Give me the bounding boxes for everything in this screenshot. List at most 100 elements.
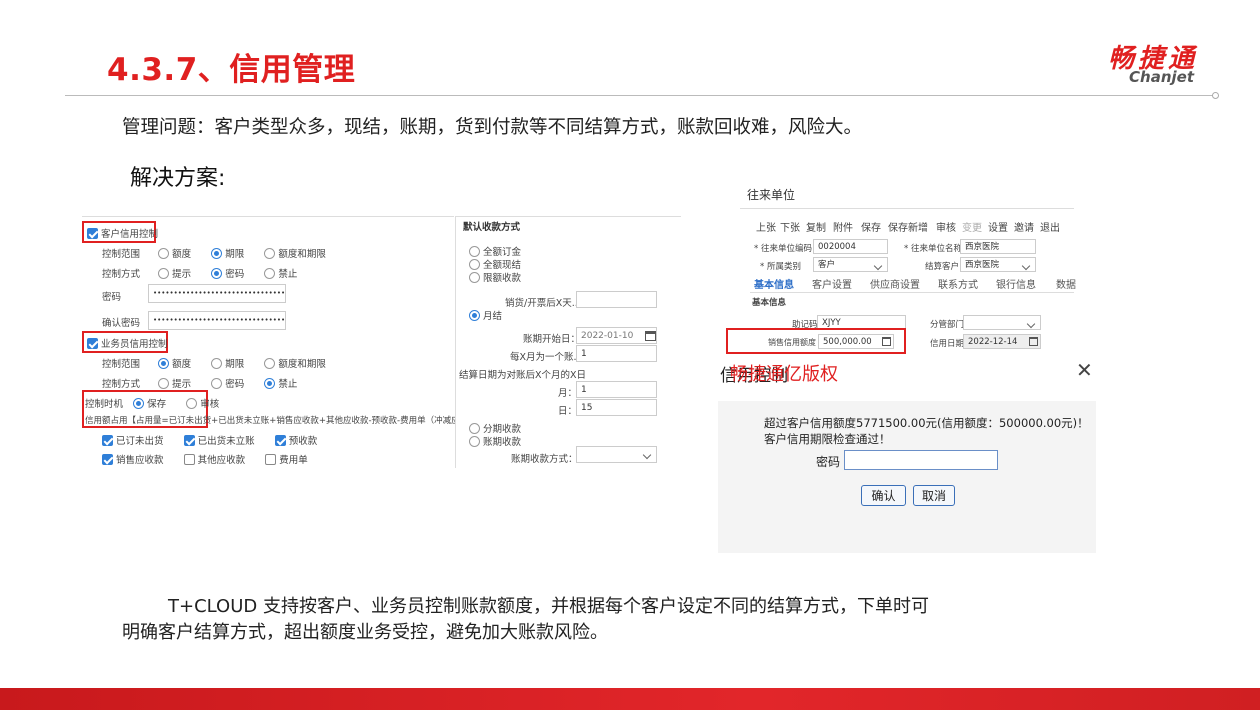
scope-term-label: 期限: [225, 249, 245, 260]
mode-password-radio[interactable]: [211, 267, 223, 279]
sp-mode-prompt-radio[interactable]: [158, 377, 170, 389]
credit-date-label: 信用日期: [930, 339, 965, 349]
category-select[interactable]: 客户: [813, 257, 888, 272]
sp-scope-term-label: 期限: [225, 359, 245, 370]
credit-control-dialog: 信用控制 畅捷通亿版权 ✕ 超过客户信用额度5771500.00元(信用额度：5…: [718, 355, 1096, 553]
payment-method-panel: 默认收款方式 全额订金 全额现结 限额收款 销货/开票后X天... 月结 账期开…: [455, 216, 681, 468]
password-input[interactable]: ••••••••••••••••••••••••••••••••••: [148, 284, 286, 303]
day-input[interactable]: 15: [576, 399, 657, 416]
scope-amount-radio[interactable]: [158, 247, 170, 259]
toolbar-button-6[interactable]: 审核: [936, 219, 956, 234]
item-ordered-checkbox[interactable]: [102, 434, 113, 446]
month-label: 月：: [558, 388, 578, 399]
dialog-password-input[interactable]: [844, 450, 998, 470]
account-period-mode-select[interactable]: [576, 446, 657, 463]
sp-mode-password-radio[interactable]: [211, 377, 223, 389]
tab-2[interactable]: 供应商设置: [870, 276, 920, 291]
calculator-icon[interactable]: [882, 337, 891, 346]
tab-4[interactable]: 银行信息: [996, 276, 1036, 291]
control-timing-label: 控制时机: [85, 399, 124, 410]
title-divider: [740, 208, 1074, 209]
calendar-icon[interactable]: [1029, 337, 1038, 346]
credit-settings-panel: 客户信用控制 控制范围 额度 期限 额度和期限 控制方式 提示 密码 禁止 密码…: [82, 216, 455, 466]
department-select[interactable]: [963, 315, 1041, 330]
partner-code-input[interactable]: 0020004: [813, 239, 888, 254]
month-input[interactable]: 1: [576, 381, 657, 398]
brand-logo-en: Chanjet: [1129, 68, 1194, 86]
monthly-radio[interactable]: [469, 309, 480, 321]
copyright-watermark: 畅捷通亿版权: [730, 364, 838, 385]
toolbar-button-4[interactable]: 保存: [861, 219, 881, 234]
item-shipped-checkbox[interactable]: [183, 434, 195, 446]
mode-forbid-label: 禁止: [278, 269, 298, 280]
account-period-radio[interactable]: [469, 435, 480, 447]
timing-save-radio[interactable]: [133, 397, 145, 409]
cancel-button[interactable]: 取消: [913, 485, 955, 506]
full-deposit-radio[interactable]: [469, 245, 480, 257]
toolbar-button-0[interactable]: 上张: [756, 219, 776, 234]
header-divider: [65, 95, 1215, 96]
panel-top-line: [82, 216, 454, 217]
sp-scope-term-radio[interactable]: [211, 357, 223, 369]
item-sales-receivable-checkbox[interactable]: [102, 453, 113, 465]
timing-audit-radio[interactable]: [186, 397, 198, 409]
scope-amount-label: 额度: [172, 249, 192, 260]
full-cash-radio[interactable]: [469, 258, 480, 270]
tab-5[interactable]: 数据: [1056, 276, 1076, 291]
close-icon[interactable]: ✕: [1076, 358, 1093, 382]
dialog-message: 超过客户信用额度5771500.00元(信用额度：500000.00元)！客户信…: [764, 416, 1089, 446]
toolbar-button-3[interactable]: 附件: [833, 219, 853, 234]
mode-forbid-radio[interactable]: [264, 267, 276, 279]
item-shipped-label: 已出货未立账: [197, 436, 255, 447]
item-prepaid-label: 预收款: [288, 436, 318, 447]
sp-scope-both-radio[interactable]: [264, 357, 276, 369]
installment-radio[interactable]: [469, 422, 480, 434]
item-other-receivable-checkbox[interactable]: [183, 453, 195, 465]
per-month-label: 每X月为一个账...: [510, 352, 583, 363]
control-mode-label: 控制方式: [102, 269, 141, 280]
scope-term-radio[interactable]: [211, 247, 223, 259]
department-label: 分管部门: [930, 320, 965, 330]
sp-mode-forbid-radio[interactable]: [264, 377, 276, 389]
per-month-input[interactable]: 1: [576, 345, 657, 362]
confirm-password-input[interactable]: ••••••••••••••••••••••••••••••••••: [148, 311, 286, 330]
sp-mode-password-label: 密码: [225, 379, 245, 390]
settle-customer-select[interactable]: 西京医院: [960, 257, 1036, 272]
sp-control-mode-label: 控制方式: [102, 379, 141, 390]
tabs-divider: [750, 292, 1074, 293]
timing-audit-label: 审核: [200, 399, 220, 410]
toolbar-button-7[interactable]: 变更: [962, 219, 982, 234]
tab-3[interactable]: 联系方式: [938, 276, 978, 291]
tab-1[interactable]: 客户设置: [812, 276, 852, 291]
credit-limit-label: 销售信用额度: [768, 338, 816, 347]
toolbar-button-1[interactable]: 下张: [780, 219, 800, 234]
partner-name-input[interactable]: 西京医院: [960, 239, 1036, 254]
days-after-label: 销货/开票后X天...: [505, 298, 581, 309]
toolbar-button-2[interactable]: 复制: [806, 219, 826, 234]
mode-prompt-radio[interactable]: [158, 267, 170, 279]
item-expense-checkbox[interactable]: [265, 453, 277, 465]
day-label: 日：: [558, 406, 578, 417]
tab-0[interactable]: 基本信息: [754, 276, 794, 291]
account-period-mode-label: 账期收款方式：: [511, 454, 578, 465]
toolbar-button-9[interactable]: 邀请: [1014, 219, 1034, 234]
item-prepaid-checkbox[interactable]: [274, 434, 286, 446]
customer-credit-checkbox[interactable]: [87, 227, 98, 239]
category-label: * 所属类别: [760, 262, 801, 272]
sp-scope-amount-label: 额度: [172, 359, 192, 370]
item-expense-label: 费用单: [279, 455, 308, 466]
toolbar-button-5[interactable]: 保存新增: [888, 219, 928, 234]
credit-formula-text: 信用额占用【占用量=已订未出货+已出货未立账+销售应收款+其他应收款-预收款-费…: [85, 416, 455, 426]
toolbar-button-10[interactable]: 退出: [1040, 219, 1060, 234]
salesperson-credit-checkbox[interactable]: [87, 337, 98, 349]
scope-both-radio[interactable]: [264, 247, 276, 259]
solution-label: 解决方案:: [130, 166, 226, 191]
confirm-button[interactable]: 确认: [861, 485, 906, 506]
days-after-input[interactable]: [576, 291, 657, 308]
calendar-icon[interactable]: [645, 331, 656, 341]
sp-scope-amount-radio[interactable]: [158, 357, 170, 369]
toolbar-button-8[interactable]: 设置: [988, 219, 1008, 234]
sp-mode-forbid-label: 禁止: [278, 379, 298, 390]
salesperson-credit-label: 业务员信用控制: [101, 339, 168, 350]
limit-receive-radio[interactable]: [469, 271, 480, 283]
